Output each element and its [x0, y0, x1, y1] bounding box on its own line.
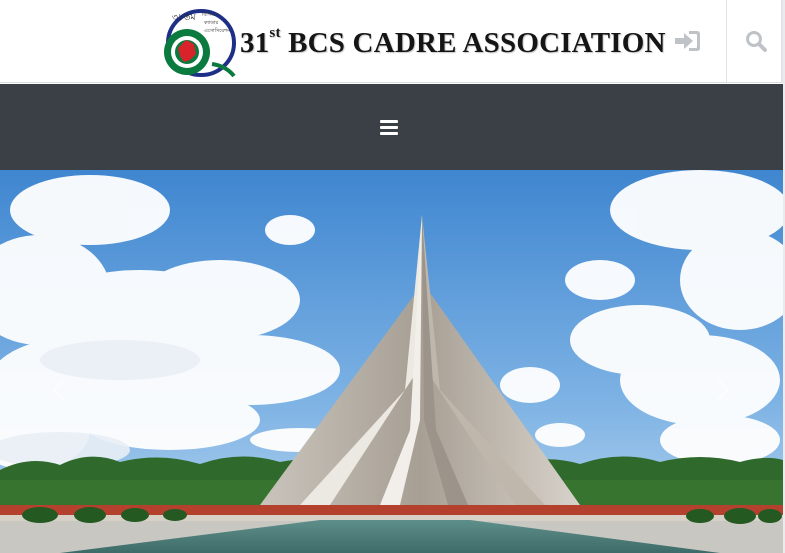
search-icon	[745, 31, 767, 52]
svg-text:৩১তম: ৩১তম	[172, 13, 196, 23]
logo-superscript: st	[269, 25, 281, 42]
logo-prefix: 31	[240, 27, 270, 59]
search-button[interactable]	[726, 0, 784, 82]
svg-text:এসোসিয়েশন: এসোসিয়েশন	[204, 28, 231, 34]
hero-image	[0, 170, 783, 553]
chevron-left-icon	[52, 379, 65, 401]
previous-slide-button[interactable]	[44, 375, 74, 405]
logo-wordmark: 31st BCS CADRE ASSOCIATION	[240, 25, 666, 67]
sign-in-icon	[675, 31, 700, 51]
next-slide-button[interactable]	[708, 375, 738, 405]
main-navbar	[0, 84, 783, 170]
emblem-icon: ৩১তম বিসিএস ক্যাডার এসোসিয়েশন	[164, 9, 236, 78]
svg-text:বিসিএস: বিসিএস	[201, 12, 219, 18]
chevron-right-icon	[717, 379, 730, 401]
logo-name: BCS CADRE ASSOCIATION	[288, 27, 666, 59]
site-logo[interactable]: ৩১তম বিসিএস ক্যাডার এসোসিয়েশন 31st BCS …	[160, 6, 665, 80]
svg-text:ক্যাডার: ক্যাডার	[203, 20, 219, 26]
site-header: ৩১তম বিসিএস ক্যাডার এসোসিয়েশন 31st BCS …	[0, 0, 783, 83]
hamburger-menu-icon	[380, 120, 398, 135]
hero-slider	[0, 170, 783, 553]
menu-toggle-button[interactable]	[378, 117, 400, 137]
login-button[interactable]	[650, 0, 726, 82]
